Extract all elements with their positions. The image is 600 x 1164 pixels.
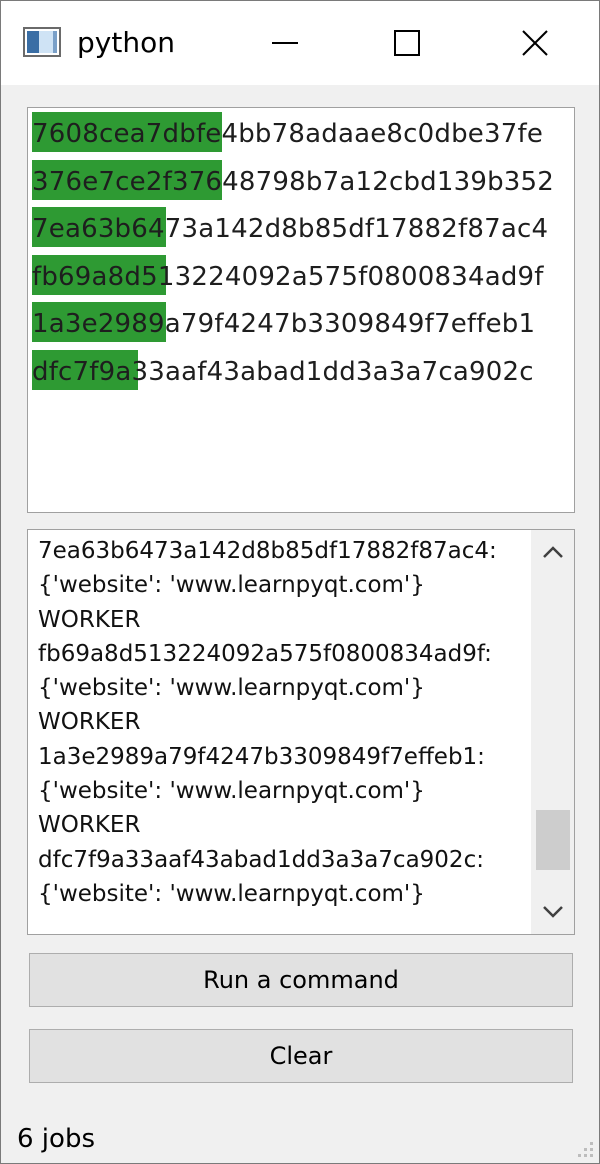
log-line: 1a3e2989a79f4247b3309849f7effeb1: [38,743,485,770]
log-line: WORKER [38,709,141,736]
log-line: {'website': 'www.learnpyqt.com'} [38,675,425,702]
job-row[interactable]: fb69a8d513224092a575f0800834ad9f [32,254,574,295]
log-line: {'website': 'www.learnpyqt.com'} [38,880,425,907]
log-line: WORKER [38,812,141,839]
chevron-up-icon [543,546,563,558]
log-line: dfc7f9a33aaf43abad1dd3a3a7ca902c: [38,846,484,873]
job-row[interactable]: 1a3e2989a79f4247b3309849f7effeb1 [32,302,574,342]
minimize-button[interactable] [225,1,345,85]
job-id-label: 376e7ce2f37648798b7a12cbd139b352 [32,166,555,197]
chevron-down-icon [543,906,563,918]
title-bar[interactable]: python [1,1,599,85]
resize-grip-icon[interactable] [573,1137,595,1159]
job-id-label: 7ea63b6473a142d8b85df17882f87ac4 [32,214,549,244]
log-text[interactable]: 7ea63b6473a142d8b85df17882f87ac4: {'websi… [38,534,528,911]
job-id-label: 7608cea7dbfe4bb78adaae8c0dbe37fe [32,119,544,149]
python-window-icon [23,27,61,57]
job-id-label: 1a3e2989a79f4247b3309849f7effeb1 [32,309,536,339]
job-row[interactable]: 376e7ce2f37648798b7a12cbd139b352 [32,159,574,200]
close-button[interactable] [475,1,595,85]
run-command-button[interactable]: Run a command [29,953,573,1007]
window-title: python [77,26,175,59]
scroll-up-button[interactable] [532,530,574,574]
job-row[interactable]: 7608cea7dbfe4bb78adaae8c0dbe37fe [32,112,574,152]
maximize-button[interactable] [347,1,467,85]
job-id-label: dfc7f9a33aaf43abad1dd3a3a7ca902c [32,356,534,387]
job-id-label: fb69a8d513224092a575f0800834ad9f [32,261,544,292]
maximize-icon [394,30,420,56]
main-window: python 7608cea7dbfe4bb78adaae8c0dbe37fe 3… [0,0,600,1164]
clear-button[interactable]: Clear [29,1029,573,1083]
log-line: fb69a8d513224092a575f0800834ad9f: [38,640,492,667]
scrollbar-thumb[interactable] [536,809,570,870]
log-line: WORKER [38,606,141,633]
log-line: 7ea63b6473a142d8b85df17882f87ac4: [38,538,497,564]
job-progress-list[interactable]: 7608cea7dbfe4bb78adaae8c0dbe37fe 376e7ce2… [27,107,575,513]
job-row[interactable]: dfc7f9a33aaf43abad1dd3a3a7ca902c [32,349,574,390]
log-output[interactable]: 7ea63b6473a142d8b85df17882f87ac4: {'websi… [27,529,575,935]
scroll-down-button[interactable] [532,890,574,934]
log-line: {'website': 'www.learnpyqt.com'} [38,778,425,805]
job-row[interactable]: 7ea63b6473a142d8b85df17882f87ac4 [32,207,574,247]
vertical-scrollbar[interactable] [531,530,574,934]
close-icon [522,30,548,56]
status-bar: 6 jobs [1,1107,599,1163]
log-line: {'website': 'www.learnpyqt.com'} [38,572,425,599]
minimize-icon [272,42,298,44]
status-text: 6 jobs [17,1124,95,1154]
